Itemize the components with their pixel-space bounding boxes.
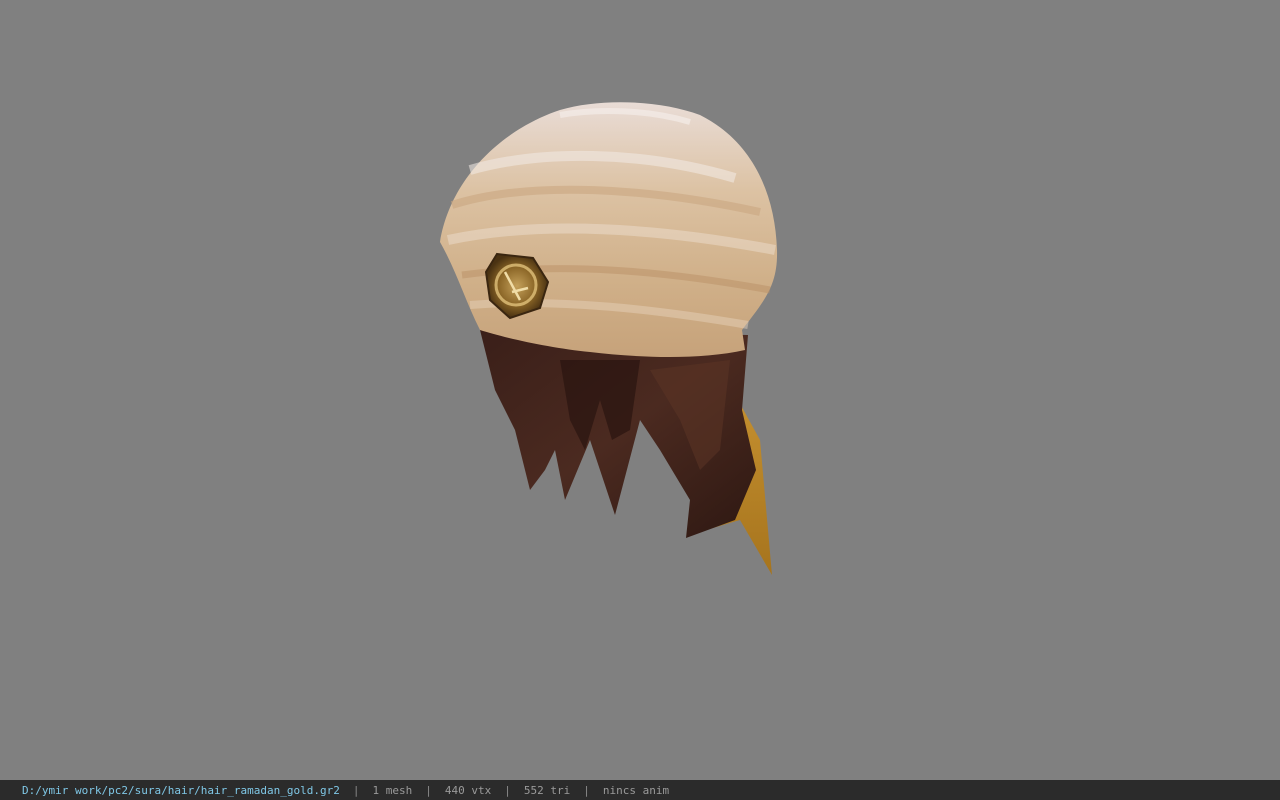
animation-status: nincs anim: [602, 783, 670, 797]
status-bar: D:/ymir work/pc2/sura/hair/hair_ramadan_…: [0, 780, 1280, 800]
mesh-count: 1 mesh: [372, 783, 413, 797]
triangle-count: 552 tri: [523, 783, 571, 797]
separator: |: [352, 783, 360, 797]
separator: |: [583, 783, 590, 797]
separator: |: [504, 783, 511, 797]
3d-viewport[interactable]: [0, 0, 1280, 780]
file-path: D:/ymir work/pc2/sura/hair/hair_ramadan_…: [22, 783, 340, 797]
vertex-count: 440 vtx: [444, 783, 492, 797]
hair-model-icon: [440, 102, 778, 575]
separator: |: [425, 783, 432, 797]
